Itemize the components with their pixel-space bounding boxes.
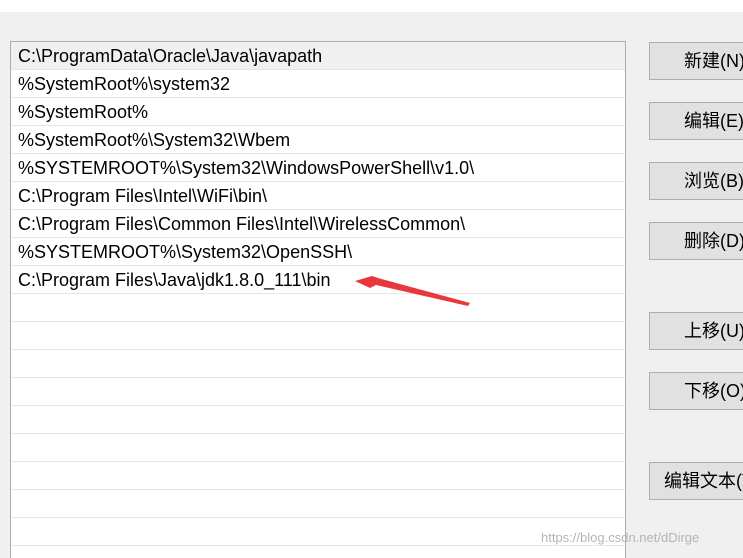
watermark: https://blog.csdn.net/dDirge [541, 530, 700, 545]
red-pointer-arrow-icon [355, 276, 470, 306]
